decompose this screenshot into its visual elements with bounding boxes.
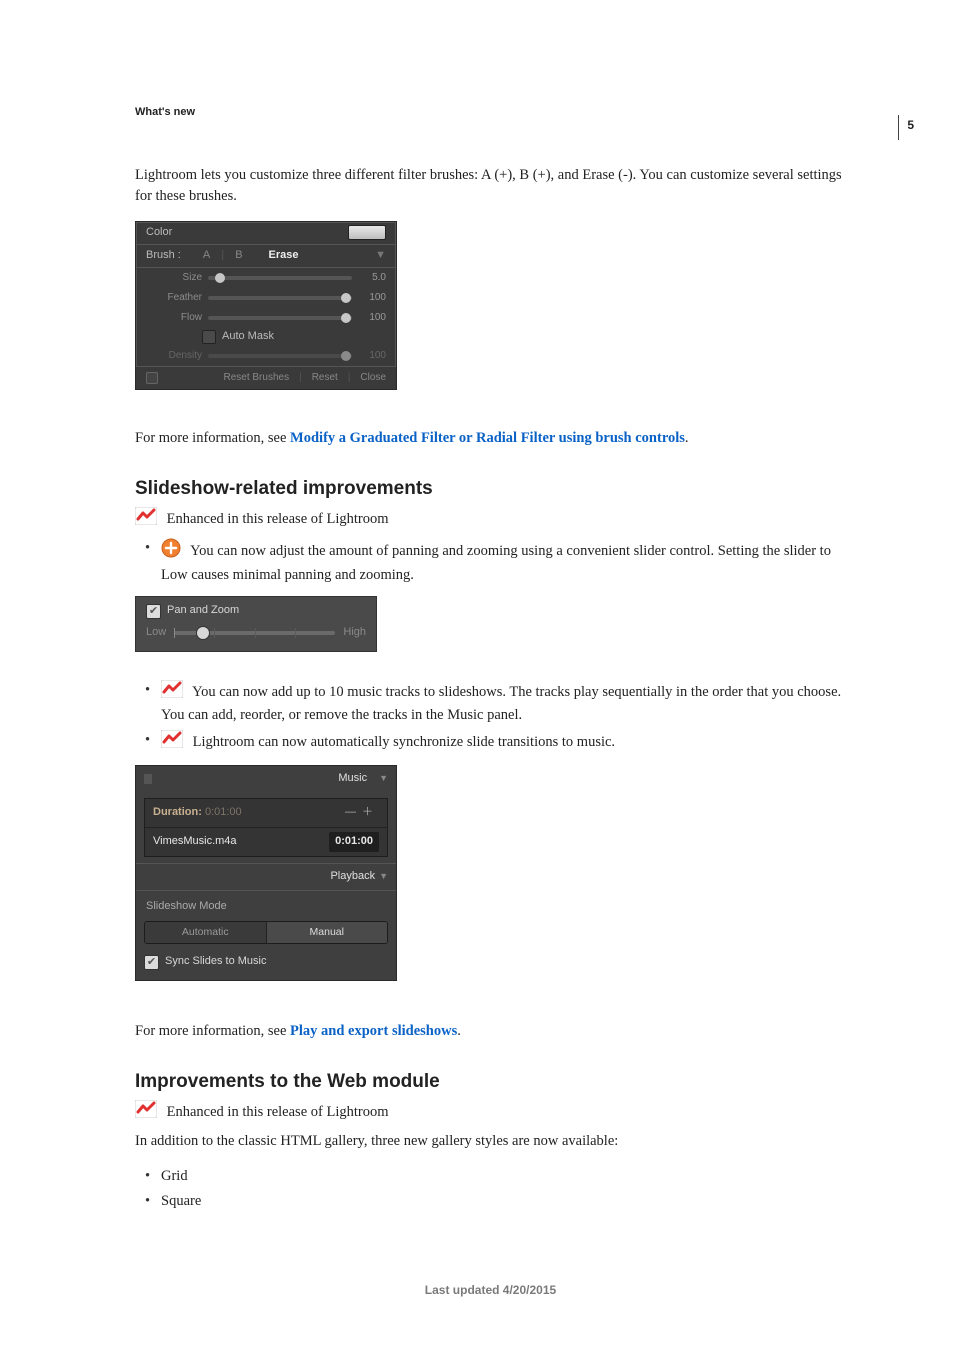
enhanced-icon [161, 680, 183, 705]
sync-label: Sync Slides to Music [165, 954, 266, 970]
duration-value: 0:01:00 [205, 806, 242, 818]
web-intro: In addition to the classic HTML gallery,… [135, 1131, 846, 1152]
feather-slider-row: Feather 100 [136, 288, 396, 308]
play-export-link[interactable]: Play and export slideshows [290, 1023, 457, 1039]
pz-high-label: High [343, 625, 366, 641]
reset-link[interactable]: Reset [312, 371, 338, 386]
density-value: 100 [358, 349, 386, 364]
size-slider[interactable] [208, 276, 352, 280]
flow-slider[interactable] [208, 316, 352, 320]
slideshow-bullet-2: You can now add up to 10 music tracks to… [139, 680, 846, 726]
page-number: 5 [898, 115, 914, 140]
close-link[interactable]: Close [360, 371, 386, 386]
automask-checkbox[interactable] [202, 330, 216, 344]
pz-low-label: Low [146, 625, 166, 641]
track-name[interactable]: VimesMusic.m4a [153, 834, 237, 850]
playback-title: Playback [330, 869, 375, 885]
more-info-1-prefix: For more information, see [135, 430, 290, 446]
flow-slider-row: Flow 100 [136, 308, 396, 328]
pan-zoom-label: Pan and Zoom [167, 603, 239, 619]
track-duration: 0:01:00 [329, 832, 379, 852]
reset-brushes-link[interactable]: Reset Brushes [223, 371, 289, 386]
brush-settings-panel: Color Brush : A | B Erase ▼ Size 5.0 Fea… [135, 221, 397, 391]
period: . [457, 1023, 461, 1039]
duration-label: Duration: [153, 806, 202, 818]
slideshow-heading: Slideshow-related improvements [135, 475, 846, 503]
period: . [685, 430, 689, 446]
sync-checkbox[interactable]: ✔ [144, 955, 159, 970]
brush-controls-link[interactable]: Modify a Graduated Filter or Radial Filt… [290, 430, 685, 446]
pan-zoom-checkbox[interactable]: ✔ [146, 604, 161, 619]
size-value: 5.0 [358, 271, 386, 286]
flow-slider-thumb[interactable] [341, 313, 351, 323]
slideshow-bullet-3-text: Lightroom can now automatically synchron… [193, 734, 615, 750]
slideshow-bullet-1-text: You can now adjust the amount of panning… [161, 543, 831, 583]
web-item-grid: Grid [139, 1166, 846, 1187]
pan-zoom-slider[interactable] [174, 631, 335, 635]
web-heading: Improvements to the Web module [135, 1068, 846, 1096]
density-slider[interactable] [208, 354, 352, 358]
feather-label: Feather [146, 291, 202, 306]
size-slider-row: Size 5.0 [136, 268, 396, 288]
pin-icon[interactable] [146, 372, 158, 384]
remove-track-icon[interactable]: — [345, 806, 362, 818]
feather-slider[interactable] [208, 296, 352, 300]
density-slider-thumb[interactable] [341, 351, 351, 361]
enhanced-text: Enhanced in this release of Lightroom [167, 511, 389, 527]
pan-zoom-panel: ✔ Pan and Zoom Low High [135, 596, 377, 652]
pan-zoom-thumb[interactable] [197, 627, 209, 639]
web-item-grid-text: Grid [161, 1168, 188, 1184]
flow-label: Flow [146, 311, 202, 326]
slideshow-bullet-1: You can now adjust the amount of panning… [139, 538, 846, 586]
enhanced-icon [135, 1100, 157, 1125]
music-playback-panel: Music ▼ Duration: 0:01:00 —＋ VimesMusic.… [135, 765, 397, 981]
intro-paragraph: Lightroom lets you customize three diffe… [135, 165, 846, 207]
music-collapse-icon[interactable]: ▼ [379, 772, 388, 785]
panel-grip-icon[interactable] [144, 774, 152, 784]
more-info-2-prefix: For more information, see [135, 1023, 290, 1039]
feather-slider-thumb[interactable] [341, 293, 351, 303]
playback-collapse-icon[interactable]: ▼ [379, 870, 388, 883]
page-footer: Last updated 4/20/2015 [135, 1282, 846, 1299]
brush-disclosure[interactable]: ▼ [375, 248, 386, 264]
brush-tab-b[interactable]: B [231, 249, 246, 261]
brush-tab-erase[interactable]: Erase [265, 249, 303, 261]
slideshow-bullet-3: Lightroom can now automatically synchron… [139, 730, 846, 755]
web-item-square-text: Square [161, 1193, 201, 1209]
size-label: Size [146, 271, 202, 286]
add-track-icon[interactable]: ＋ [362, 806, 379, 818]
enhanced-text-web: Enhanced in this release of Lightroom [167, 1104, 389, 1120]
density-label: Density [146, 349, 202, 364]
color-swatch[interactable] [348, 225, 386, 240]
section-header: What's new [135, 105, 846, 121]
enhanced-icon [161, 730, 183, 755]
size-slider-thumb[interactable] [215, 273, 225, 283]
slideshow-mode-segment: Automatic Manual [144, 921, 388, 944]
feather-value: 100 [358, 291, 386, 306]
flow-value: 100 [358, 311, 386, 326]
brush-label: Brush : [146, 248, 181, 264]
brush-tab-a[interactable]: A [199, 249, 214, 261]
mode-automatic[interactable]: Automatic [145, 922, 266, 943]
web-item-square: Square [139, 1191, 846, 1212]
new-icon [161, 538, 181, 565]
divider: | [217, 249, 228, 261]
slideshow-mode-label: Slideshow Mode [146, 899, 388, 915]
density-slider-row: Density 100 [136, 346, 396, 366]
automask-label: Auto Mask [222, 329, 274, 345]
more-info-2: For more information, see Play and expor… [135, 1021, 846, 1042]
mode-manual[interactable]: Manual [266, 922, 388, 943]
color-label: Color [146, 225, 172, 241]
slideshow-bullet-2-text: You can now add up to 10 music tracks to… [161, 684, 841, 723]
enhanced-icon [135, 507, 157, 532]
more-info-1: For more information, see Modify a Gradu… [135, 428, 846, 449]
music-title: Music [338, 771, 367, 787]
